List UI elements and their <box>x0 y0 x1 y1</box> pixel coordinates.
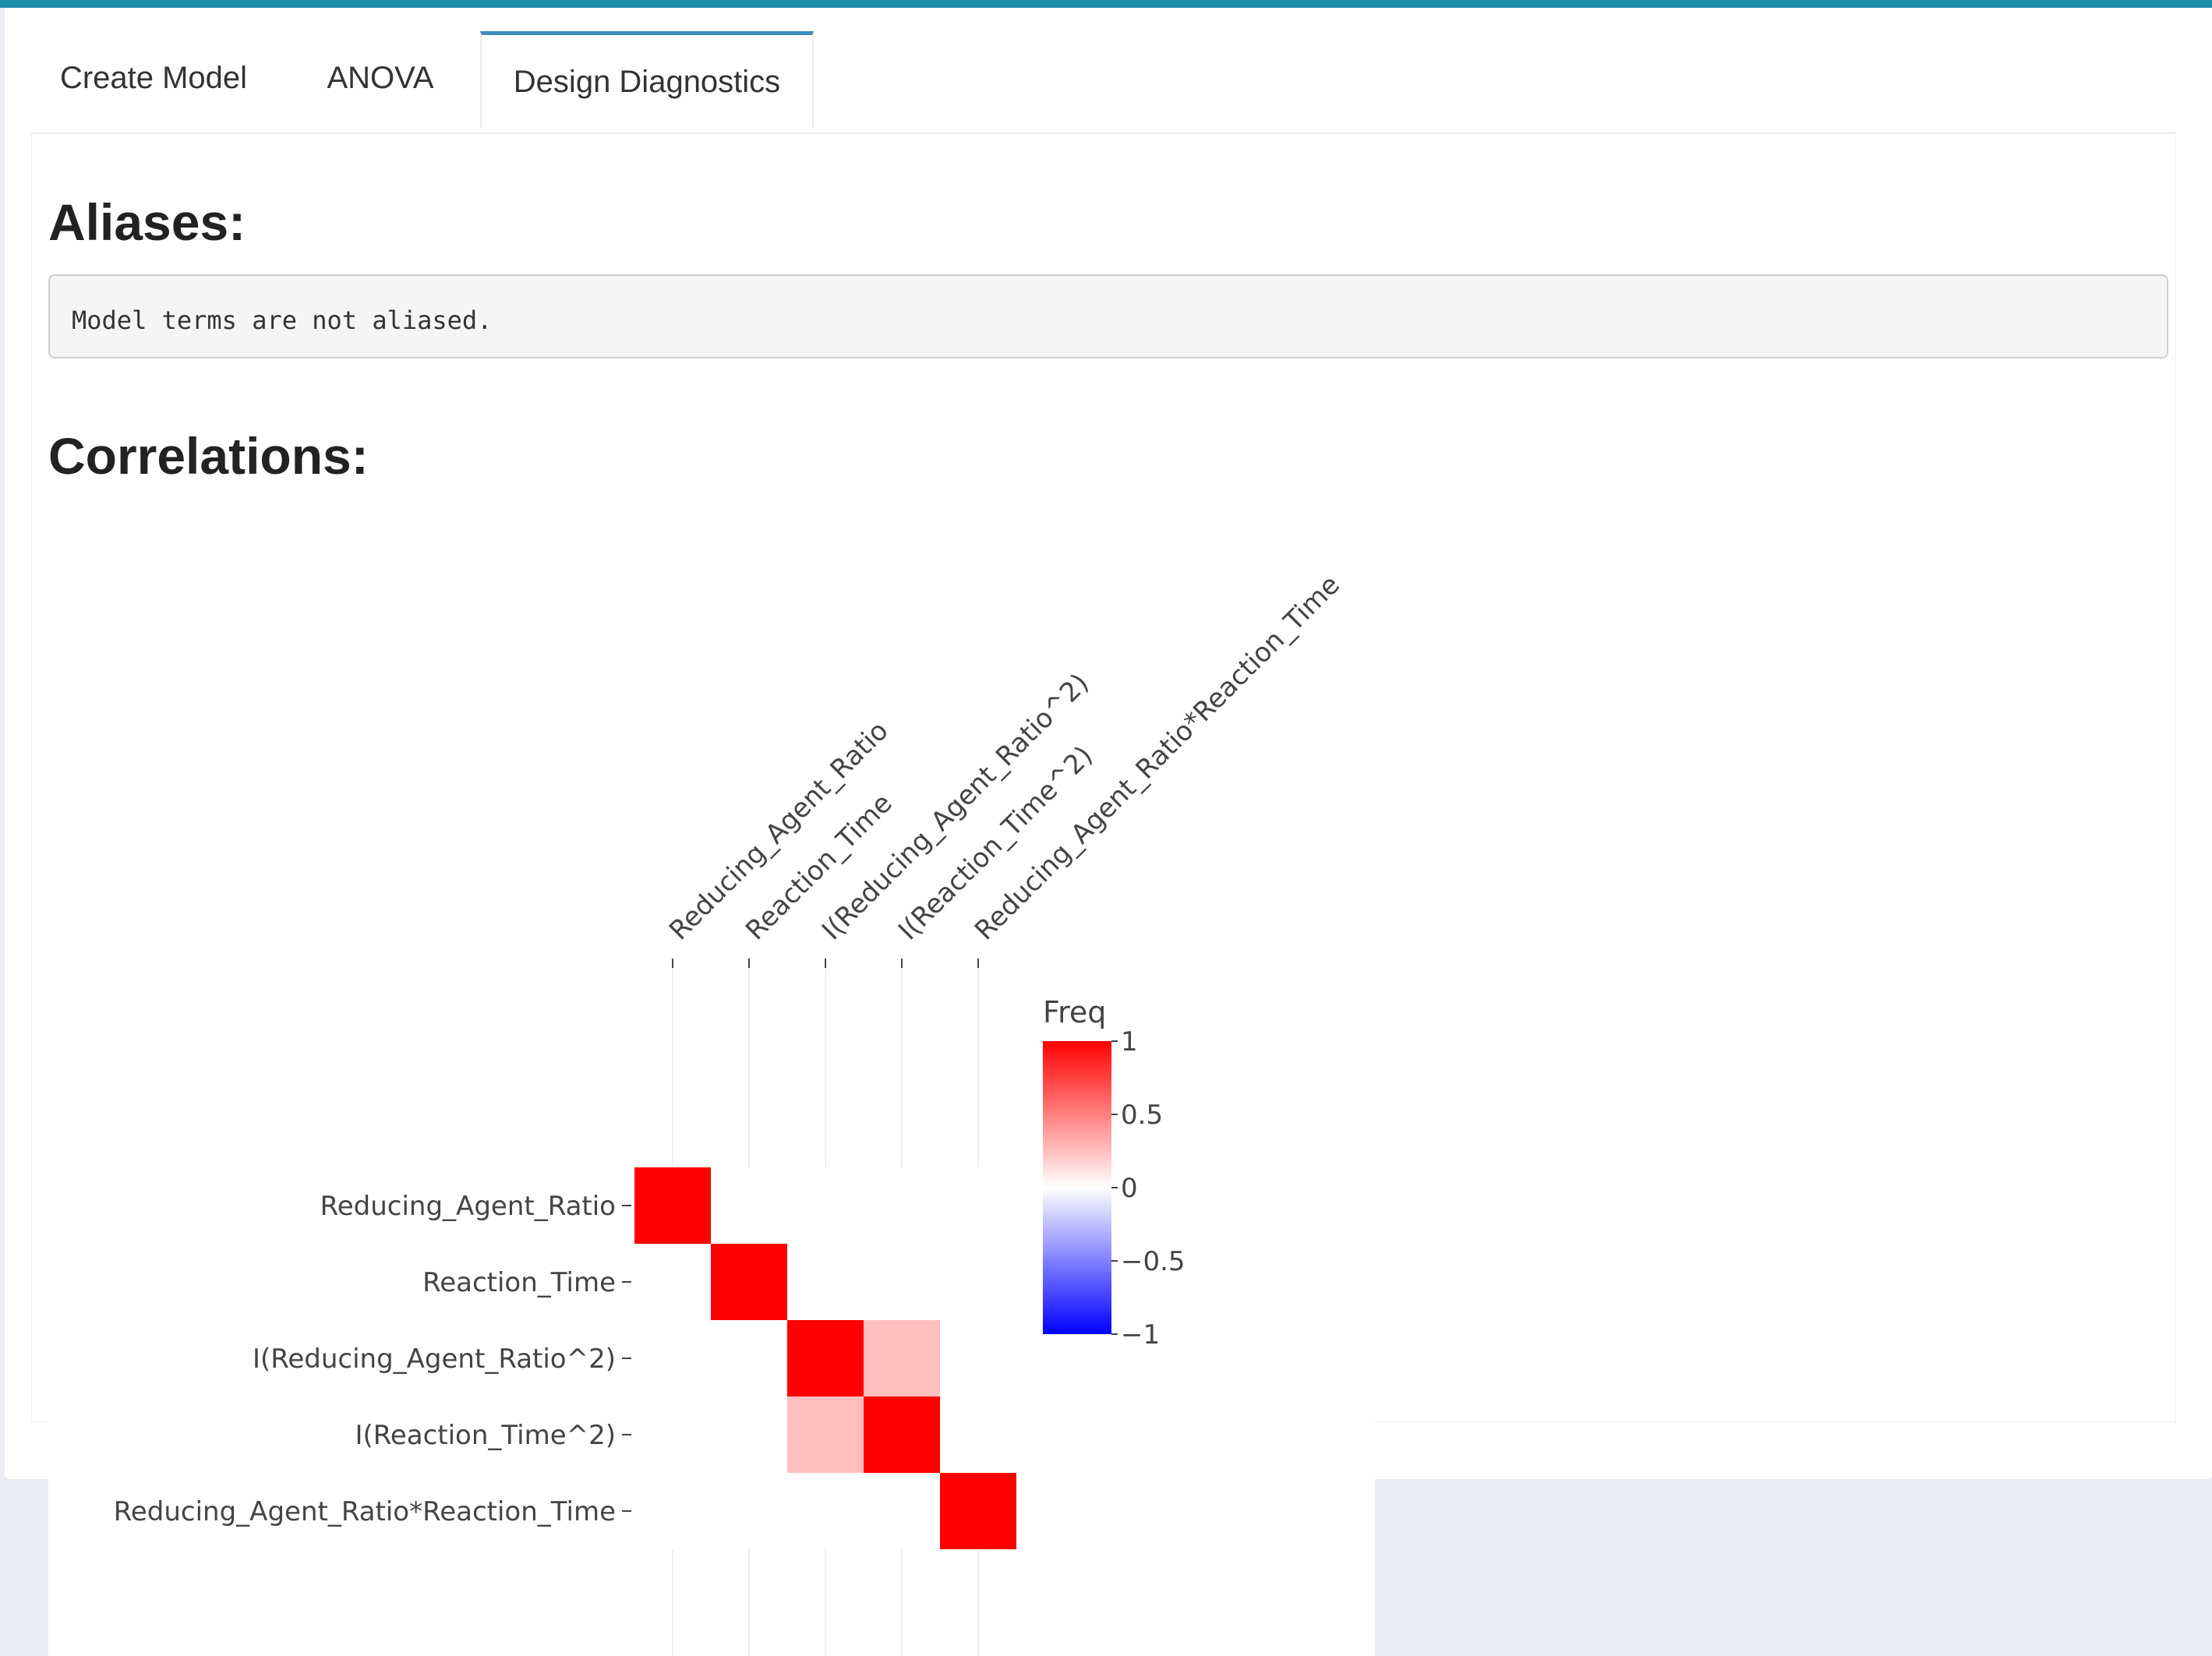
colorbar <box>1043 1041 1111 1334</box>
heatmap-cell <box>864 1320 940 1396</box>
correlation-heatmap: Reducing_Agent_Ratio Reaction_Time I(Reduc… <box>48 514 1375 1656</box>
aliases-heading: Aliases: <box>48 193 246 251</box>
colorbar-tick-label: −0.5 <box>1121 1246 1186 1277</box>
heatmap-svg: Reducing_Agent_Ratio Reaction_Time I(Reduc… <box>114 570 1346 1656</box>
correlations-heading: Correlations: <box>48 427 369 485</box>
colorbar-tick-label: 0 <box>1121 1173 1138 1204</box>
heatmap-cell <box>864 1396 940 1473</box>
y-tick-label: Reaction_Time <box>422 1267 616 1298</box>
y-tick-label: Reducing_Agent_Ratio <box>320 1191 616 1222</box>
top-accent-line <box>0 0 2212 8</box>
heatmap-cell <box>940 1473 1016 1549</box>
y-tick-label: I(Reaction_Time^2) <box>355 1420 616 1451</box>
heatmap-cell <box>711 1244 787 1320</box>
colorbar-title: Freq <box>1043 995 1106 1029</box>
tab-create-model[interactable]: Create Model <box>28 31 279 125</box>
tab-anova[interactable]: ANOVA <box>302 31 458 125</box>
colorbar-tick-label: 0.5 <box>1121 1100 1163 1131</box>
y-tick-label: Reducing_Agent_Ratio*Reaction_Time <box>114 1496 616 1527</box>
colorbar-tick-label: −1 <box>1121 1319 1160 1351</box>
heatmap-cell <box>787 1396 864 1473</box>
aliases-output: Model terms are not aliased. <box>48 274 2168 358</box>
heatmap-cell <box>787 1320 864 1396</box>
tab-design-diagnostics[interactable]: Design Diagnostics <box>480 31 814 128</box>
colorbar-tick-label: 1 <box>1121 1026 1138 1058</box>
y-tick-label: I(Reducing_Agent_Ratio^2) <box>253 1344 616 1375</box>
heatmap-cell <box>634 1167 711 1244</box>
